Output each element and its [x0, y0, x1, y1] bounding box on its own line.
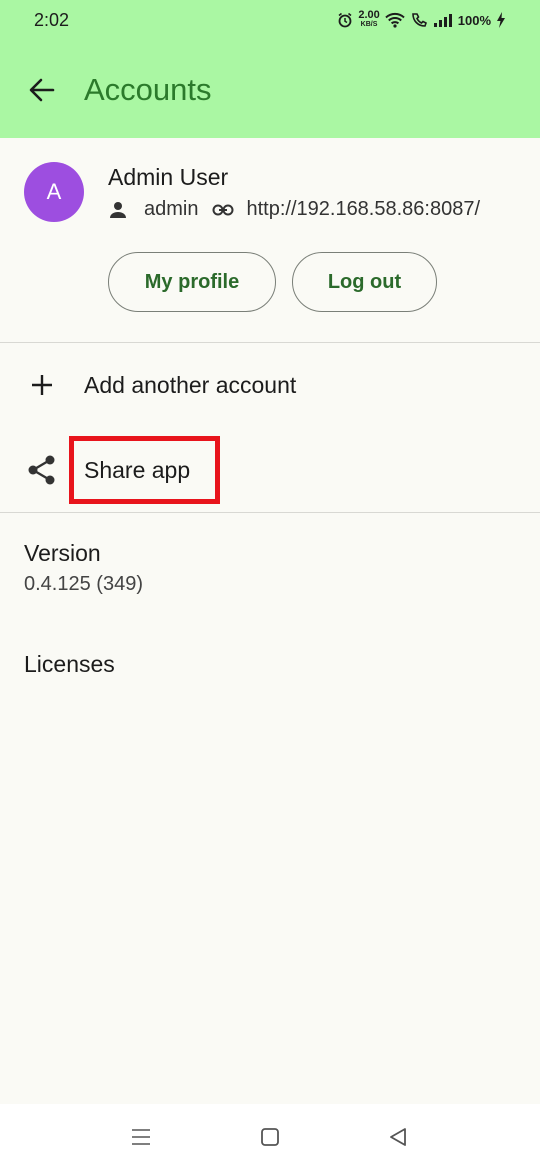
wifi-call-icon	[411, 13, 427, 27]
alarm-icon	[338, 12, 352, 28]
back-button[interactable]	[20, 68, 64, 112]
recents-button[interactable]	[121, 1117, 161, 1157]
licenses-label: Licenses	[24, 651, 115, 677]
add-account-label: Add another account	[84, 371, 297, 398]
charging-icon	[497, 12, 505, 28]
person-icon	[108, 199, 134, 221]
square-icon	[261, 1128, 279, 1146]
divider	[0, 512, 540, 513]
log-out-button[interactable]: Log out	[292, 252, 437, 312]
licenses-item[interactable]: Licenses	[24, 651, 115, 678]
system-nav-bar	[0, 1104, 540, 1170]
battery-percent: 100%	[457, 12, 491, 28]
app-bar: Accounts	[0, 62, 540, 118]
version-title: Version	[24, 540, 101, 566]
my-profile-button[interactable]: My profile	[108, 252, 276, 312]
page-title: Accounts	[84, 72, 212, 107]
arrow-back-icon	[29, 78, 55, 102]
wifi-icon	[385, 12, 405, 28]
home-button[interactable]	[250, 1117, 290, 1157]
account-actions: My profile Log out	[108, 252, 437, 312]
net-speed: 2.00 KB/S	[358, 9, 380, 29]
account-card: A Admin User admin http://192.168.58.86:…	[0, 150, 540, 230]
header: 2:02 2.00 KB/S 100% Accounts	[0, 0, 540, 138]
account-username: admin	[144, 198, 199, 220]
share-icon	[22, 450, 62, 490]
account-name: Admin User	[108, 164, 229, 190]
status-time: 2:02	[34, 9, 70, 30]
status-icons: 2.00 KB/S 100%	[337, 9, 506, 29]
signal-icon	[433, 14, 452, 27]
menu-icon	[132, 1129, 150, 1145]
highlight-box	[69, 436, 220, 504]
version-item[interactable]: Version 0.4.125 (349)	[24, 540, 143, 596]
version-value: 0.4.125 (349)	[24, 573, 143, 595]
divider	[0, 342, 540, 343]
add-account-item[interactable]: Add another account	[0, 350, 540, 420]
avatar: A	[24, 162, 84, 222]
plus-icon	[22, 365, 62, 405]
triangle-back-icon	[390, 1128, 406, 1146]
server-url: http://192.168.58.86:8087/	[246, 198, 481, 220]
account-meta: admin http://192.168.58.86:8087/	[108, 198, 480, 221]
back-nav-button[interactable]	[378, 1117, 418, 1157]
link-icon	[212, 199, 238, 221]
status-bar: 2:02 2.00 KB/S 100%	[0, 0, 540, 40]
